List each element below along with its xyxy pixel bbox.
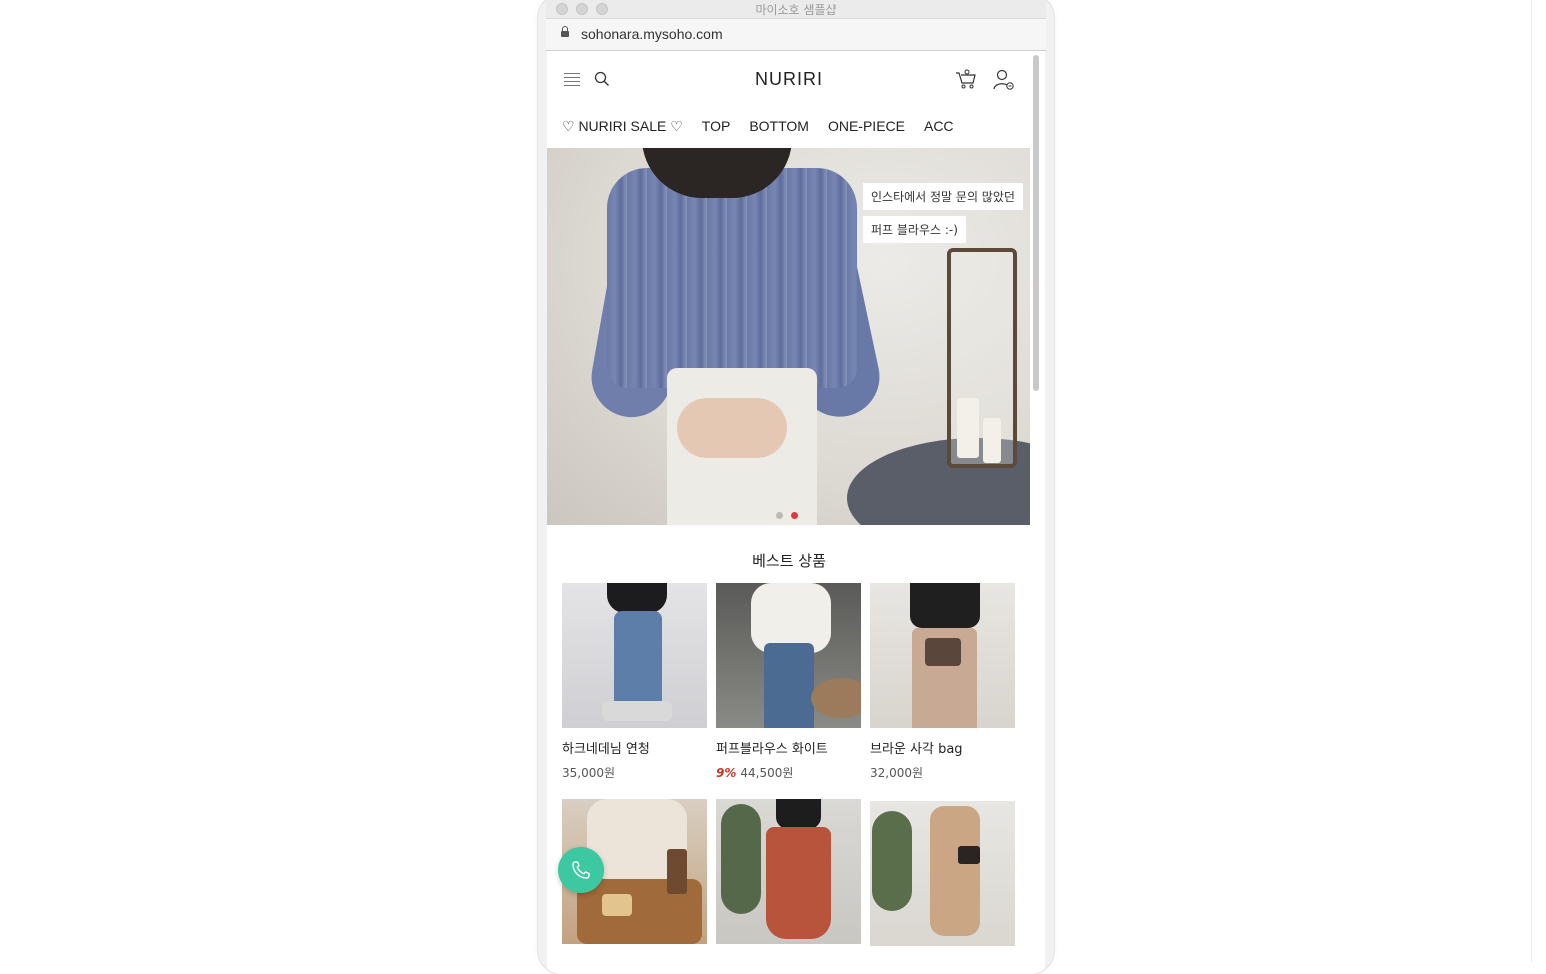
title-bar: 마이소호 샘플샵 (546, 0, 1046, 18)
product-card[interactable] (870, 801, 1015, 946)
url-text[interactable]: sohonara.mysoho.com (581, 26, 723, 42)
cart-icon[interactable] (955, 69, 977, 89)
nav-item-sale[interactable]: ♡ NURIRI SALE ♡ (562, 118, 683, 138)
product-name[interactable]: 퍼프블라우스 화이트 (716, 738, 861, 757)
product-card[interactable]: 하크네데님 연청 35,000원 (562, 583, 707, 781)
product-price: 35,000원 (562, 764, 707, 781)
product-image[interactable] (716, 583, 861, 728)
hero-caption-line1: 인스타에서 정말 문의 많았던 (863, 183, 1023, 210)
product-card[interactable]: 퍼프블라우스 화이트 9% 44,500원 (716, 583, 861, 781)
best-products-title: 베스트 상품 (752, 552, 826, 570)
product-image[interactable] (562, 583, 707, 728)
product-price-value: 32,000원 (870, 766, 924, 780)
hero-blouse-image (607, 168, 857, 388)
nav-item-acc[interactable]: ACC (924, 118, 954, 138)
slide-indicator-2-active[interactable] (791, 512, 798, 519)
lock-icon (561, 26, 569, 37)
window-title: 마이소호 샘플샵 (755, 3, 837, 17)
page-viewport: NURIRI ♡ NURIRI SALE ♡ TOP BOTTOM ONE-PI… (547, 51, 1045, 974)
call-button[interactable] (558, 847, 604, 893)
address-bar[interactable]: sohonara.mysoho.com (546, 18, 1046, 51)
user-icon[interactable] (993, 69, 1015, 91)
page-edge-divider (1531, 0, 1532, 962)
product-image[interactable] (870, 801, 1015, 946)
nav-item-bottom[interactable]: BOTTOM (749, 118, 809, 138)
product-price-value: 35,000원 (562, 766, 616, 780)
product-price: 32,000원 (870, 764, 1015, 781)
product-card[interactable] (716, 799, 861, 944)
nav-item-top[interactable]: TOP (702, 118, 731, 138)
product-image[interactable] (870, 583, 1015, 728)
browser-window: 마이소호 샘플샵 sohonara.mysoho.com NURIRI ♡ NU… (538, 0, 1054, 974)
scrollbar[interactable] (1033, 55, 1039, 391)
phone-icon (572, 861, 590, 879)
product-discount: 9% (716, 766, 737, 780)
category-nav: ♡ NURIRI SALE ♡ TOP BOTTOM ONE-PIECE ACC (562, 118, 973, 138)
hero-banner[interactable]: 인스타에서 정말 문의 많았던 퍼프 블라우스 :-) (547, 148, 1030, 525)
product-price: 9% 44,500원 (716, 764, 861, 781)
product-card[interactable]: 브라운 사각 bag 32,000원 (870, 583, 1015, 781)
product-name[interactable]: 브라운 사각 bag (870, 738, 1015, 757)
product-image[interactable] (716, 799, 861, 944)
product-price-value: 44,500원 (740, 766, 794, 780)
hero-caption-line2: 퍼프 블라우스 :-) (863, 216, 966, 243)
slide-indicator-1[interactable] (776, 512, 783, 519)
product-name[interactable]: 하크네데님 연청 (562, 738, 707, 757)
nav-item-one-piece[interactable]: ONE-PIECE (828, 118, 905, 138)
